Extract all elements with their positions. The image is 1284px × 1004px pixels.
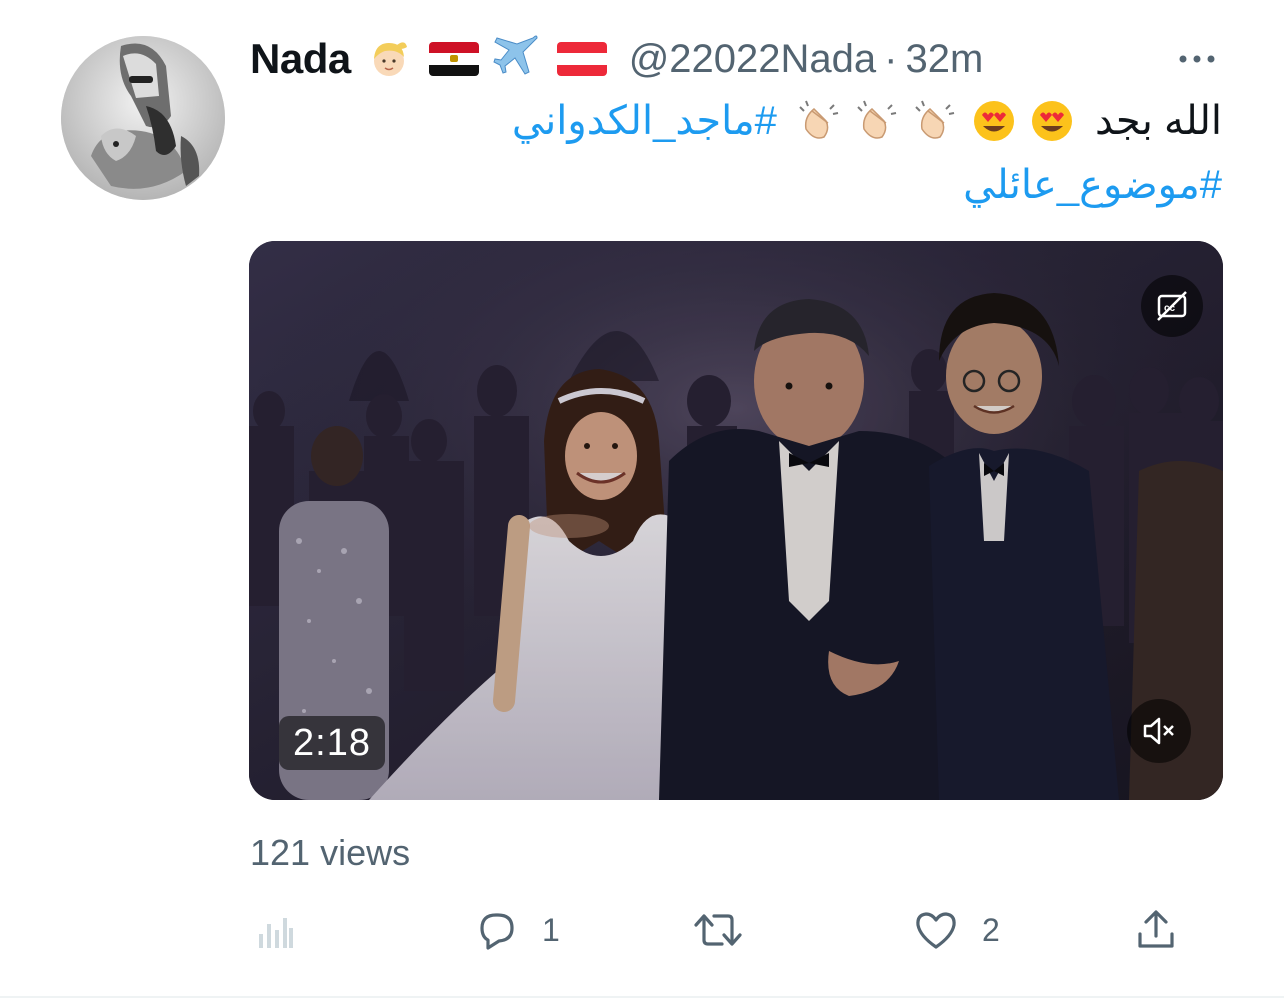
like-count: 2 [982,911,1000,948]
share-icon [1138,910,1174,948]
view-count: 121 views [250,832,411,873]
video-player[interactable]: cc 2:18 [249,241,1223,800]
hashtag-link[interactable]: #ماجد_الكدواني [512,98,777,144]
tweet-header: Nada @22022Nada · 32m [250,34,983,84]
muted-speaker-icon [1143,717,1174,745]
video-duration: 2:18 [279,716,385,770]
heart-eyes-emoji [972,99,1016,143]
like-button[interactable]: 2 [912,900,1000,960]
reply-button[interactable]: 1 [472,900,560,960]
action-bar: 1 2 [0,900,1284,960]
share-button[interactable] [1132,900,1180,960]
captions-off-icon: cc [1157,291,1187,321]
user-handle[interactable]: @22022Nada [629,37,876,82]
timestamp[interactable]: 32m [906,37,984,82]
tweet-text: الله بجد [1094,99,1222,143]
more-dots-icon [1179,55,1215,63]
more-options-button[interactable] [1172,44,1222,74]
tweet-text-line-1: الله بجد #ماجد_الكدواني [512,98,1222,144]
clapping-hands-emoji [914,99,958,143]
analytics-button[interactable] [255,900,295,960]
airplane-emoji [493,32,539,86]
separator-dot: · [884,36,898,81]
captions-button[interactable]: cc [1141,275,1203,337]
tweet: Nada @22022Nada · 32m الله بجد #ماجد_الك… [0,0,1284,1004]
egypt-flag-emoji [428,42,479,76]
heart-eyes-emoji [1030,99,1074,143]
clapping-hands-emoji [798,99,842,143]
video-frame [249,241,1223,800]
retweet-icon [694,914,742,946]
blonde-person-emoji [367,37,411,81]
hashtag-link[interactable]: #موضوع_عائلي [963,162,1222,208]
reply-icon [480,913,514,950]
mute-button[interactable] [1127,699,1191,763]
retweet-button[interactable] [692,900,766,960]
avatar[interactable] [61,36,225,200]
analytics-icon [259,918,293,948]
divider [0,996,1284,998]
display-name[interactable]: Nada [250,35,351,83]
heart-icon [916,912,956,949]
avatar-image [61,36,225,200]
tweet-text-line-2: #موضوع_عائلي [963,162,1222,208]
reply-count: 1 [542,911,560,948]
austria-flag-emoji [556,42,607,76]
clapping-hands-emoji [856,99,900,143]
